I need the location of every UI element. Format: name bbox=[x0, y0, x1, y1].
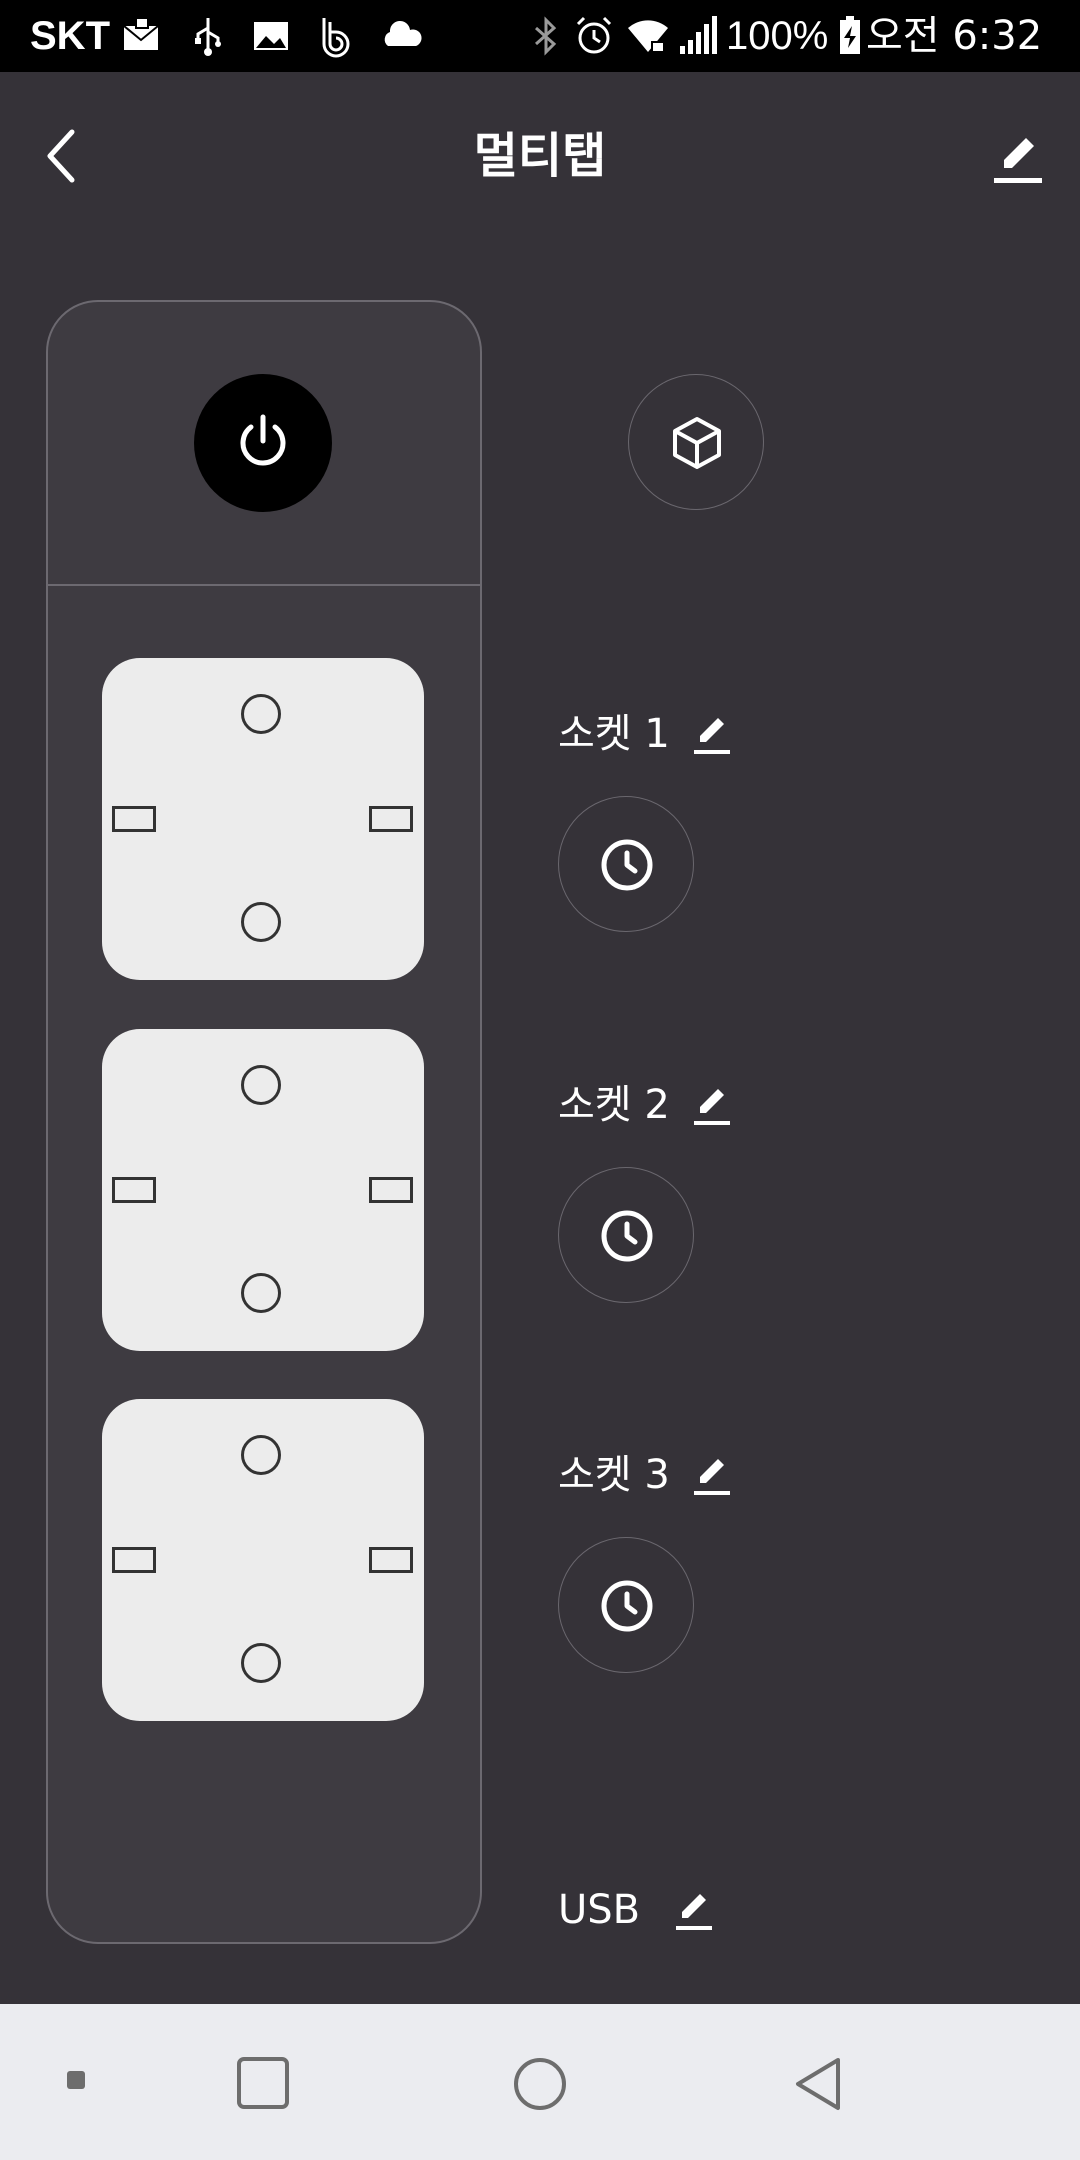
multitap-screen: SKT 100% 오전 6:32 멀티탭 소켓 1 소켓 2 소켓 3 USB bbox=[0, 0, 1080, 2160]
pencil-icon[interactable] bbox=[990, 130, 1046, 186]
cloud-icon bbox=[384, 20, 422, 46]
home-icon[interactable] bbox=[512, 2056, 568, 2112]
socket-2-label: 소켓 2 bbox=[558, 1082, 670, 1128]
socket-1-outlet[interactable] bbox=[102, 658, 424, 980]
clock-icon bbox=[601, 1210, 653, 1262]
power-button[interactable] bbox=[194, 374, 332, 512]
socket-2-timer-button[interactable] bbox=[558, 1167, 694, 1303]
pencil-icon[interactable] bbox=[674, 1888, 714, 1932]
multitap-device-panel bbox=[46, 300, 482, 1944]
pencil-icon[interactable] bbox=[692, 712, 732, 756]
socket-2-outlet[interactable] bbox=[102, 1029, 424, 1351]
socket-1-row: 소켓 1 bbox=[558, 702, 758, 762]
carrier-label: SKT bbox=[30, 14, 110, 58]
chevron-left-icon[interactable] bbox=[38, 124, 86, 188]
signal-icon bbox=[680, 16, 717, 54]
socket-2-row: 소켓 2 bbox=[558, 1073, 758, 1133]
usb-label: USB bbox=[558, 1887, 641, 1933]
battery-percent: 100% bbox=[726, 14, 829, 58]
outlet-hole bbox=[241, 1065, 281, 1105]
b-app-icon bbox=[322, 18, 350, 58]
usb-row: USB bbox=[558, 1878, 758, 1938]
pencil-icon[interactable] bbox=[692, 1453, 732, 1497]
status-bar: SKT 100% 오전 6:32 bbox=[0, 0, 1080, 72]
outlet-slot bbox=[112, 1547, 156, 1573]
outlet-hole bbox=[241, 1643, 281, 1683]
socket-1-timer-button[interactable] bbox=[558, 796, 694, 932]
outlet-slot bbox=[112, 1177, 156, 1203]
app-header: 멀티탭 bbox=[0, 72, 1080, 242]
dot-icon[interactable] bbox=[66, 2070, 86, 2090]
clock-time: 오전 6:32 bbox=[866, 13, 1043, 59]
clock-icon bbox=[601, 839, 653, 891]
back-triangle-icon[interactable] bbox=[790, 2056, 846, 2112]
outlet-slot bbox=[369, 806, 413, 832]
mode-button[interactable] bbox=[628, 374, 764, 510]
pencil-icon[interactable] bbox=[692, 1083, 732, 1127]
socket-3-outlet[interactable] bbox=[102, 1399, 424, 1721]
outlet-hole bbox=[241, 1435, 281, 1475]
socket-3-row: 소켓 3 bbox=[558, 1443, 758, 1503]
wifi-icon bbox=[628, 20, 668, 53]
outlet-hole bbox=[241, 902, 281, 942]
socket-1-label: 소켓 1 bbox=[558, 711, 670, 757]
socket-3-timer-button[interactable] bbox=[558, 1537, 694, 1673]
system-nav-bar bbox=[0, 2004, 1080, 2160]
outlet-hole bbox=[241, 694, 281, 734]
outlet-hole bbox=[241, 1273, 281, 1313]
socket-3-label: 소켓 3 bbox=[558, 1452, 670, 1498]
outlet-slot bbox=[369, 1547, 413, 1573]
panel-divider bbox=[48, 584, 480, 586]
recents-icon[interactable] bbox=[236, 2056, 290, 2110]
gallery-icon bbox=[254, 22, 288, 50]
outlet-slot bbox=[112, 806, 156, 832]
bluetooth-icon bbox=[535, 16, 557, 56]
cube-icon bbox=[673, 417, 721, 469]
mail-icon bbox=[123, 17, 159, 50]
page-title: 멀티탭 bbox=[473, 128, 607, 184]
power-icon bbox=[240, 414, 286, 466]
usb-icon bbox=[195, 18, 221, 56]
alarm-icon bbox=[576, 16, 612, 54]
outlet-slot bbox=[369, 1177, 413, 1203]
clock-icon bbox=[601, 1580, 653, 1632]
